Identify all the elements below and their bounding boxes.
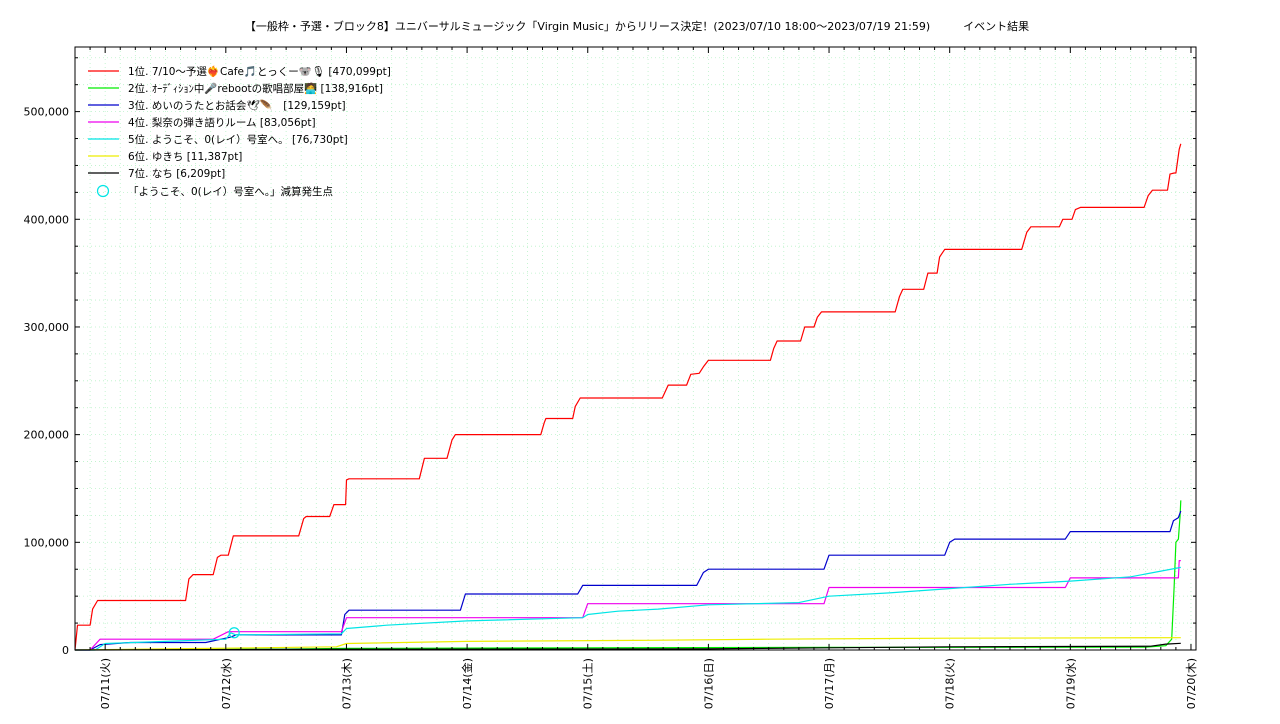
x-tick-label: 07/14(金) [460, 658, 474, 709]
x-tick-label: 07/12(水) [220, 658, 233, 709]
series-line-4 [75, 559, 1181, 651]
x-tick-label: 07/16(日) [702, 658, 715, 709]
y-tick-label: 500,000 [24, 106, 70, 119]
y-tick-label: 0 [62, 644, 69, 657]
legend-label-5: 5位. ようこそ、0(レイ）号室へ。 [76,730pt] [128, 133, 348, 146]
y-tick-label: 100,000 [24, 536, 70, 549]
axis-layer: 0 100,000 200,000 300,000 400,000 500,000 07/1… [24, 47, 1198, 709]
x-tick-label: 07/19(水) [1064, 658, 1077, 709]
legend-label-2: 2位. ｵｰﾃﾞｨｼｮﾝ中🎤rebootの歌唱部屋🧑‍💻 [138,916pt] [128, 82, 383, 95]
chart-title: 【一般枠・予選・ブロック8】ユニバーサルミュージック「Virgin Music」… [245, 19, 1029, 33]
x-tick-label: 07/11(火) [99, 658, 112, 709]
legend-marker-label: 「ようこそ、0(レイ）号室へ。」減算発生点 [128, 185, 333, 198]
y-tick-label: 200,000 [24, 429, 70, 442]
y-tick-label: 300,000 [24, 321, 70, 334]
x-tick-label: 07/18(火) [944, 658, 957, 709]
legend-marker-swatch [96, 184, 110, 198]
legend-label-4: 4位. 梨奈の弾き語りルーム [83,056pt] [128, 116, 316, 129]
legend-label-7: 7位. なち [6,209pt] [128, 167, 225, 180]
legend: 1位. 7/10～予選❤️‍🔥Cafe🎵とっくー🐨🎙 [470,099pt] 2位… [88, 65, 391, 198]
legend-label-3: 3位. めいのうたとお話会🕊🪶 [129,159pt] [128, 99, 346, 112]
chart-root: 【一般枠・予選・ブロック8】ユニバーサルミュージック「Virgin Music」… [0, 0, 1280, 720]
x-tick-label: 07/15(土) [582, 658, 595, 709]
x-tick-label: 07/17(月) [823, 658, 836, 709]
x-tick-label: 07/13(木) [340, 658, 353, 709]
legend-label-6: 6位. ゆきち [11,387pt] [128, 150, 242, 163]
y-tick-label: 400,000 [24, 213, 70, 226]
event-result-chart: 【一般枠・予選・ブロック8】ユニバーサルミュージック「Virgin Music」… [24, 19, 1198, 709]
x-tick-label: 07/20(木) [1185, 658, 1198, 709]
legend-label-1: 1位. 7/10～予選❤️‍🔥Cafe🎵とっくー🐨🎙 [470,099pt] [128, 65, 391, 78]
